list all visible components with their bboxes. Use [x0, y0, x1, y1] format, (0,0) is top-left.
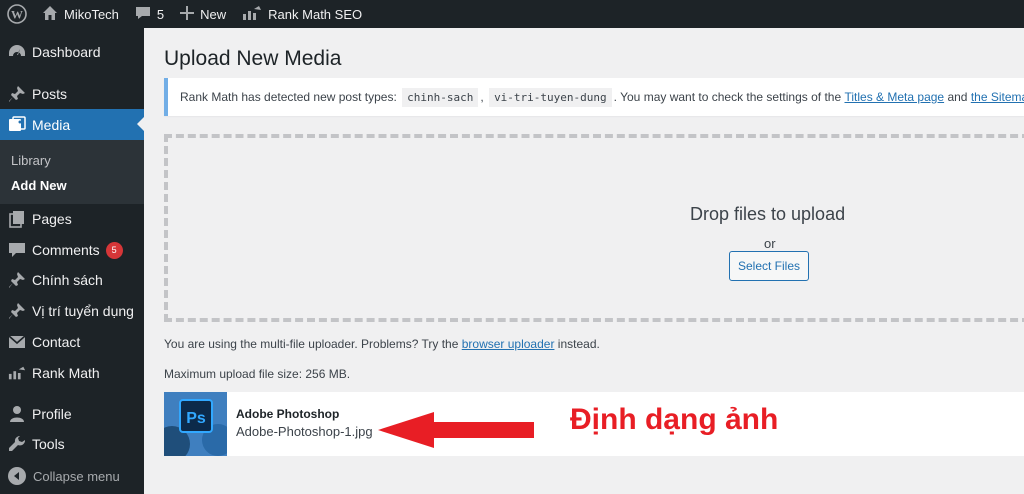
- dashboard-icon: [7, 42, 27, 62]
- sidebar-item-tools[interactable]: Tools: [0, 429, 144, 459]
- post-type-code-vi-tri: vi-tri-tuyen-dung: [489, 87, 612, 107]
- sidebar-item-label: Pages: [32, 211, 72, 227]
- sidebar-item-rank-math[interactable]: Rank Math: [0, 358, 144, 388]
- media-item-filename: Adobe-Photoshop-1.jpg: [236, 424, 373, 439]
- wordpress-logo-icon[interactable]: W: [0, 0, 34, 28]
- sidebar-item-media[interactable]: Media: [0, 109, 144, 140]
- sidebar-item-label: Posts: [32, 86, 68, 102]
- mail-icon: [7, 332, 27, 352]
- collapse-menu-label: Collapse menu: [33, 468, 120, 484]
- comment-icon: [7, 240, 27, 260]
- new-content-link[interactable]: New: [172, 0, 234, 28]
- comments-count: 5: [156, 6, 165, 22]
- sidebar-item-label: Profile: [32, 406, 72, 422]
- comments-badge: 5: [105, 241, 123, 259]
- sidebar-item-pages[interactable]: Pages: [0, 204, 144, 234]
- submenu-item-add-new[interactable]: Add New: [11, 178, 67, 193]
- sidebar-item-label: Vị trí tuyển dụng: [32, 303, 134, 319]
- sidebar-item-contact[interactable]: Contact: [0, 327, 144, 357]
- chart-icon: [7, 363, 27, 383]
- user-icon: [7, 404, 27, 424]
- sidebar-item-chinh-sach[interactable]: Chính sách: [0, 265, 144, 295]
- notice-middle: . You may want to check the settings of …: [613, 90, 842, 104]
- page-title: Upload New Media: [164, 47, 342, 70]
- pages-icon: [7, 209, 27, 229]
- pin-icon: [7, 84, 27, 104]
- new-label: New: [200, 6, 227, 22]
- sidebar-item-label: Dashboard: [32, 44, 101, 60]
- uploader-info-suffix: instead.: [557, 337, 600, 351]
- sidebar-item-vi-tri-tuyen-dung[interactable]: Vị trí tuyển dụng: [0, 296, 144, 326]
- sidebar-item-comments[interactable]: Comments 5: [0, 235, 144, 265]
- photoshop-thumb-text: Ps: [186, 410, 206, 427]
- site-name-link[interactable]: MikoTech: [34, 0, 127, 28]
- pin-icon: [7, 270, 27, 290]
- sidebar-item-profile[interactable]: Profile: [0, 399, 144, 429]
- rank-math-seo-label: Rank Math SEO: [268, 6, 363, 22]
- sidebar-item-label: Rank Math: [32, 365, 100, 381]
- titles-meta-link[interactable]: Titles & Meta page: [844, 90, 944, 104]
- comments-link[interactable]: 5: [127, 0, 172, 28]
- sidebar-item-label: Tools: [32, 436, 65, 452]
- upload-dropzone[interactable]: Drop files to upload or Select Files: [164, 134, 1024, 322]
- main-content: Upload New Media Rank Math has detected …: [144, 28, 1024, 494]
- sidebar-item-label: Contact: [32, 334, 81, 350]
- select-files-button[interactable]: Select Files: [729, 251, 809, 281]
- media-icon: [7, 115, 27, 135]
- submenu-item-library[interactable]: Library: [11, 153, 51, 168]
- media-submenu: Library Add New: [0, 140, 144, 204]
- svg-text:W: W: [11, 8, 23, 22]
- browser-uploader-link[interactable]: browser uploader: [462, 337, 555, 351]
- annotation-label: Định dạng ảnh: [570, 403, 779, 436]
- sitemap-link[interactable]: the Sitemap: [971, 90, 1024, 104]
- drop-files-title: Drop files to upload: [690, 204, 846, 224]
- red-arrow-annotation-icon: [378, 412, 534, 448]
- home-icon: [42, 5, 58, 24]
- media-thumbnail: Ps: [164, 392, 227, 456]
- sidebar-item-label: Media: [32, 116, 71, 133]
- plus-icon: [180, 5, 195, 23]
- media-item-name: Adobe Photoshop: [236, 407, 340, 421]
- post-type-code-chinh-sach: chinh-sach: [402, 87, 479, 107]
- rank-math-icon: [242, 5, 262, 23]
- wrench-icon: [7, 434, 27, 454]
- uploader-info: You are using the multi-file uploader. P…: [164, 337, 600, 351]
- notice-and: and: [947, 90, 968, 104]
- admin-sidebar: Dashboard Posts Media Library Add New Pa…: [0, 28, 144, 494]
- collapse-arrow-icon: [8, 467, 26, 485]
- collapse-menu-button[interactable]: Collapse menu: [0, 461, 144, 491]
- sidebar-item-dashboard[interactable]: Dashboard: [0, 37, 144, 67]
- uploaded-media-item[interactable]: Ps Adobe Photoshop Adobe-Photoshop-1.jpg…: [164, 392, 1024, 456]
- pin-icon: [7, 301, 27, 321]
- admin-bar: W MikoTech 5 New Rank Math SEO: [0, 0, 1024, 28]
- site-name: MikoTech: [64, 6, 119, 22]
- sidebar-item-label: Chính sách: [32, 272, 103, 288]
- comment-bubble-icon: [135, 5, 151, 24]
- uploader-info-prefix: You are using the multi-file uploader. P…: [164, 337, 459, 351]
- sidebar-item-label: Comments: [32, 242, 100, 258]
- drop-or-text: or: [764, 236, 776, 251]
- notice-prefix: Rank Math has detected new post types:: [180, 90, 397, 104]
- notice-separator: ,: [480, 90, 484, 104]
- sidebar-item-posts[interactable]: Posts: [0, 79, 144, 109]
- max-upload-size: Maximum upload file size: 256 MB.: [164, 367, 351, 381]
- rank-math-notice: Rank Math has detected new post types: c…: [164, 78, 1024, 116]
- rank-math-seo-link[interactable]: Rank Math SEO: [234, 0, 370, 28]
